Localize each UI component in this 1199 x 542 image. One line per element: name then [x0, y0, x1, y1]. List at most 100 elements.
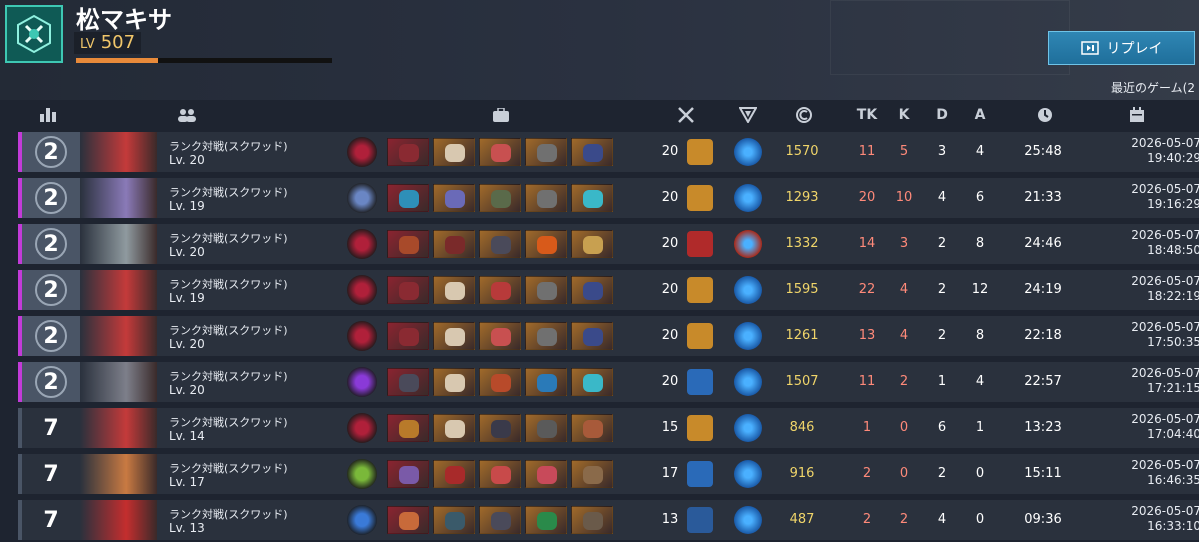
match-mode: ランク対戦(スクワッド) — [169, 508, 288, 521]
equipment-item-icon — [479, 322, 521, 350]
equipment-item-icon — [525, 414, 567, 442]
tactic-column-icon — [738, 104, 758, 126]
k-value: 0 — [899, 466, 909, 481]
match-score: 17 — [661, 466, 679, 481]
weapon-icon — [687, 415, 713, 441]
rank-number: 7 — [43, 461, 59, 487]
player-emblem-icon — [5, 5, 63, 63]
credits-value: 1332 — [785, 236, 819, 251]
match-score: 13 — [661, 512, 679, 527]
credits-value: 916 — [789, 466, 815, 481]
replay-icon — [1080, 41, 1099, 55]
d-value: 6 — [937, 420, 947, 435]
match-score: 15 — [661, 420, 679, 435]
match-row[interactable]: 7 ランク対戦(スクワッド) Lv. 17 17 916 2 0 2 0 15:11 2026-05… — [18, 454, 1199, 494]
skill-icon — [347, 137, 377, 167]
credits-value: 1507 — [785, 374, 819, 389]
equipment-item-icon — [387, 322, 429, 350]
rank-number: 2 — [43, 277, 59, 303]
equipment-item-icon — [571, 138, 613, 166]
k-value: 2 — [899, 374, 909, 389]
equipment-item-icon — [433, 368, 475, 396]
character-portrait — [80, 132, 157, 172]
credits-value: 1261 — [785, 328, 819, 343]
rank-number: 2 — [43, 369, 59, 395]
equipment-item-icon — [479, 368, 521, 396]
match-date: 2026-05-07 — [1131, 228, 1199, 242]
match-duration: 24:46 — [1024, 236, 1062, 251]
match-time: 16:46:35 — [1147, 473, 1199, 487]
match-datetime: 2026-05-07 19:16:29 — [1091, 182, 1199, 212]
match-date: 2026-05-07 — [1131, 136, 1199, 150]
equipment-item-icon — [525, 138, 567, 166]
match-time: 19:16:29 — [1147, 197, 1199, 211]
match-row[interactable]: 2 ランク対戦(スクワッド) Lv. 20 20 1507 11 2 1 4 22:57 2026-… — [18, 362, 1199, 402]
rank-badge: 7 — [22, 408, 80, 448]
equipment-item-icon — [433, 322, 475, 350]
match-row[interactable]: 2 ランク対戦(スクワッド) Lv. 19 20 1293 20 10 4 6 21:33 2026… — [18, 178, 1199, 218]
weapon-icon — [687, 185, 713, 211]
match-score: 20 — [661, 144, 679, 159]
match-mode: ランク対戦(スクワッド) — [169, 186, 288, 199]
replay-button[interactable]: リプレイ — [1048, 31, 1195, 65]
tactic-icon — [734, 184, 762, 212]
rank-column-icon — [38, 104, 58, 126]
k-value: 4 — [899, 282, 909, 297]
match-row[interactable]: 2 ランク対戦(スクワッド) Lv. 20 20 1570 11 5 3 4 25:48 2026-… — [18, 132, 1199, 172]
match-level: Lv. 13 — [169, 521, 205, 535]
match-date: 2026-05-07 — [1131, 182, 1199, 196]
rank-badge: 2 — [22, 224, 80, 264]
d-value: 4 — [937, 512, 947, 527]
match-row[interactable]: 7 ランク対戦(スクワッド) Lv. 13 13 487 2 2 4 0 09:36 2026-05… — [18, 500, 1199, 540]
tk-value: 22 — [858, 282, 876, 297]
weapon-icon — [687, 277, 713, 303]
equipment-item-icon — [571, 368, 613, 396]
equipment-item-icon — [433, 138, 475, 166]
match-row[interactable]: 2 ランク対戦(スクワッド) Lv. 20 20 1332 14 3 2 8 24:46 2026-… — [18, 224, 1199, 264]
equipment-item-icon — [571, 184, 613, 212]
equipment-item-icon — [525, 184, 567, 212]
tactic-icon — [734, 368, 762, 396]
match-duration: 15:11 — [1024, 466, 1062, 481]
match-row[interactable]: 2 ランク対戦(スクワッド) Lv. 20 20 1261 13 4 2 8 22:18 2026-… — [18, 316, 1199, 356]
match-duration: 24:19 — [1024, 282, 1062, 297]
match-date: 2026-05-07 — [1131, 366, 1199, 380]
skill-icon — [347, 459, 377, 489]
column-header: TK K D A — [0, 104, 1199, 126]
tactic-icon — [734, 230, 762, 258]
equipment-item-icon — [479, 138, 521, 166]
skill-icon — [347, 321, 377, 351]
k-value: 10 — [895, 190, 913, 205]
match-mode: ランク対戦(スクワッド) — [169, 462, 288, 475]
d-value: 2 — [937, 466, 947, 481]
a-value: 1 — [975, 420, 985, 435]
weapon-icon — [687, 507, 713, 533]
equipment-item-icon — [479, 414, 521, 442]
match-mode: ランク対戦(スクワッド) — [169, 416, 288, 429]
match-datetime: 2026-05-07 16:33:10 — [1091, 504, 1199, 534]
a-column-header: A — [974, 107, 986, 123]
skill-icon — [347, 183, 377, 213]
match-row[interactable]: 7 ランク対戦(スクワッド) Lv. 14 15 846 1 0 6 1 13:23 2026-05… — [18, 408, 1199, 448]
equipment-item-icon — [387, 506, 429, 534]
a-value: 0 — [975, 512, 985, 527]
rank-badge: 2 — [22, 362, 80, 402]
tk-column-header: TK — [856, 107, 878, 123]
credits-value: 846 — [789, 420, 815, 435]
recent-games-label: 最近のゲーム(2 — [1111, 81, 1195, 95]
match-row[interactable]: 2 ランク対戦(スクワッド) Lv. 19 20 1595 22 4 2 12 24:19 2026… — [18, 270, 1199, 310]
match-level: Lv. 20 — [169, 337, 205, 351]
match-duration: 22:18 — [1024, 328, 1062, 343]
a-value: 0 — [975, 466, 985, 481]
equipment-item-icon — [571, 506, 613, 534]
player-name: 松マキサ — [76, 6, 172, 34]
character-portrait — [80, 270, 157, 310]
equipment-item-icon — [387, 368, 429, 396]
equipment-item-icon — [433, 184, 475, 212]
match-level: Lv. 20 — [169, 383, 205, 397]
tk-value: 20 — [858, 190, 876, 205]
credits-column-icon — [794, 104, 814, 126]
credits-value: 487 — [789, 512, 815, 527]
d-value: 1 — [937, 374, 947, 389]
d-value: 2 — [937, 328, 947, 343]
